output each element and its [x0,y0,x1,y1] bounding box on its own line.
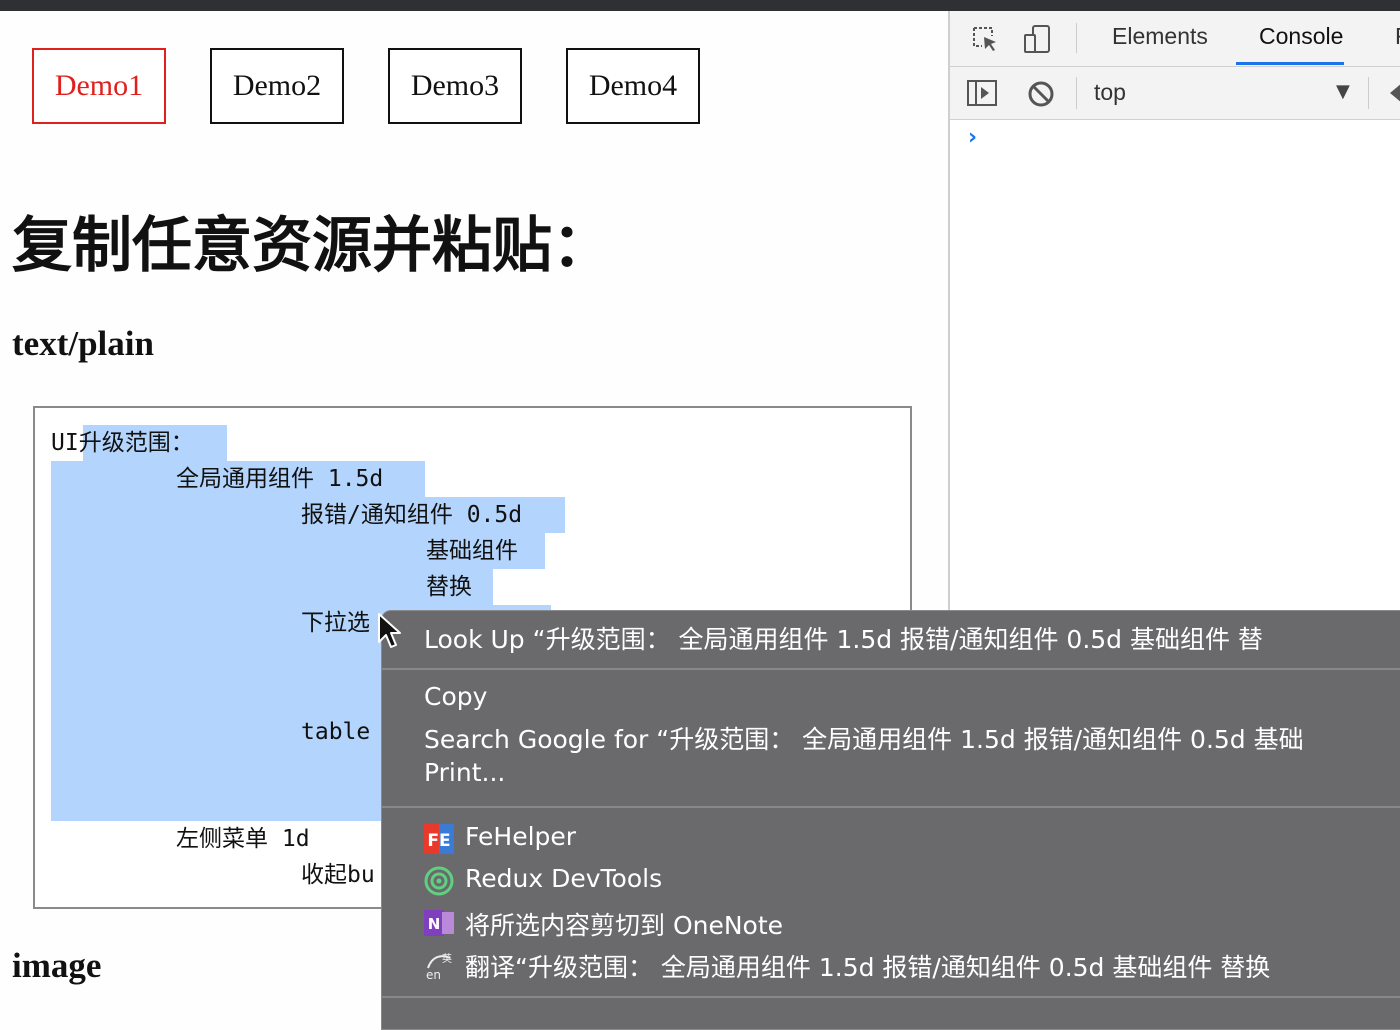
demo1-button[interactable]: Demo1 [32,48,166,124]
toolbar-divider [1076,23,1077,53]
demo2-button[interactable]: Demo2 [210,48,344,124]
mouse-pointer-icon [378,613,401,648]
paste-line: table [301,719,371,745]
chevron-down-icon[interactable]: ▼ [1336,81,1350,102]
paste-line: 全局通用组件 1.5d [176,466,384,492]
window-top-bar [0,0,1400,11]
menu-item-translate[interactable]: 翻译“升级范围： 全局通用组件 1.5d 报错/通知组件 0.5d 基础组件 替… [465,948,1270,984]
context-menu: Look Up “升级范围： 全局通用组件 1.5d 报错/通知组件 0.5d … [381,610,1400,1030]
toolbar-divider [1368,77,1369,109]
sidebar-toggle-icon[interactable] [966,78,998,108]
device-toolbar-icon[interactable] [1022,24,1054,56]
paste-line: 收起bu [301,862,375,888]
svg-text:英: 英 [442,952,452,965]
paste-line: 左侧菜单 1d [176,826,310,852]
menu-item-print[interactable]: Print... [424,758,505,787]
svg-text:N: N [428,915,441,933]
fehelper-icon: FE [424,824,454,854]
console-prompt[interactable]: › [968,125,977,150]
translate-icon: en 英 [426,952,452,980]
menu-item-redux-devtools[interactable]: Redux DevTools [465,864,662,893]
paste-line: 基础组件 [426,538,518,564]
tab-console[interactable]: Console [1259,23,1343,50]
execution-context-select[interactable]: top [1094,79,1126,106]
demo3-button[interactable]: Demo3 [388,48,522,124]
section-heading-text-plain: text/plain [12,324,154,363]
console-toolbar: top ▼ [950,67,1400,120]
eye-icon[interactable] [1388,83,1400,103]
menu-separator [382,668,1400,670]
demo4-button[interactable]: Demo4 [566,48,700,124]
active-tab-indicator [1236,62,1344,65]
paste-line: 报错/通知组件 0.5d [301,502,523,528]
paste-line: 下拉选 [301,610,370,636]
menu-item-fehelper[interactable]: FeHelper [465,822,576,851]
menu-separator [382,806,1400,808]
clear-console-icon[interactable] [1026,79,1056,109]
inspect-element-icon[interactable] [970,24,1000,54]
tab-elements[interactable]: Elements [1112,23,1208,50]
onenote-icon: N [424,910,454,936]
menu-item-onenote[interactable]: 将所选内容剪切到 OneNote [465,906,783,942]
paste-line: 替换 [426,574,472,600]
svg-text:FE: FE [427,831,450,851]
menu-separator [382,996,1400,998]
menu-item-copy[interactable]: Copy [424,682,487,711]
redux-devtools-icon [424,866,454,896]
section-heading-image: image [12,946,102,985]
tab-overflow[interactable]: F [1395,23,1400,50]
page-title: 复制任意资源并粘贴： [12,211,612,281]
menu-item-search-google[interactable]: Search Google for “升级范围： 全局通用组件 1.5d 报错/… [424,720,1304,756]
paste-line: UI升级范围： [51,430,194,456]
svg-text:en: en [426,968,441,980]
menu-item-look-up[interactable]: Look Up “升级范围： 全局通用组件 1.5d 报错/通知组件 0.5d … [424,620,1263,656]
toolbar-divider [1076,77,1077,109]
devtools-tab-bar: Elements Console F [950,11,1400,67]
